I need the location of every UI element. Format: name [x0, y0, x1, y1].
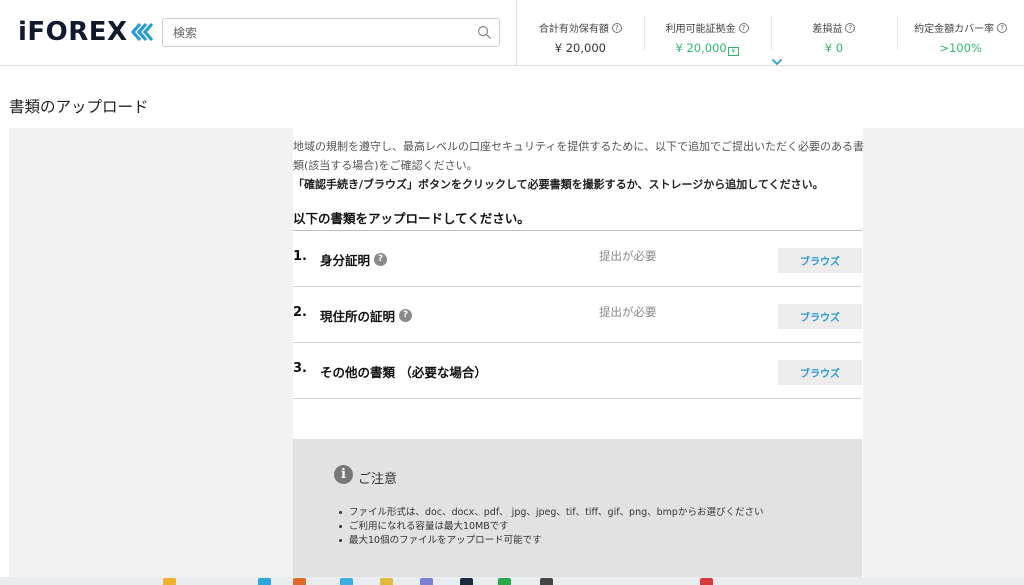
info-icon: i	[334, 465, 353, 484]
top-header: iFOREX 合計有効保有額? ¥ 20,000 利用可能証拠金? ¥ 20,0…	[0, 0, 1024, 66]
cash-icon: ¥	[727, 47, 739, 56]
document-row-other: 3. その他の書類 （必要な場合） ブラウズ	[293, 343, 862, 399]
document-row-identity: 1. 身分証明? 提出が必要 ブラウズ	[293, 231, 862, 287]
app-icon[interactable]	[540, 578, 553, 585]
document-name: その他の書類 （必要な場合）	[320, 365, 487, 380]
notice-box: i ご注意 ファイル形式は、doc、docx、pdf、 jpg、jpeg、tif…	[293, 439, 862, 585]
app-icon[interactable]	[460, 578, 473, 585]
stat-label: 約定金額カバー率	[914, 24, 995, 35]
notice-item: 最大10個のファイルをアップロード可能です	[338, 534, 763, 548]
help-icon[interactable]: ?	[611, 22, 622, 33]
intro-text: 地域の規制を遵守し、最高レベルの口座セキュリティを提供するために、以下で追加でご…	[293, 140, 865, 172]
browse-button[interactable]: ブラウズ	[778, 248, 862, 273]
page-title: 書類のアップロード	[9, 98, 149, 116]
notice-item: ファイル形式は、doc、docx、pdf、 jpg、jpeg、tif、tiff、…	[338, 506, 763, 520]
search-input[interactable]	[163, 19, 463, 46]
notice-list: ファイル形式は、doc、docx、pdf、 jpg、jpeg、tif、tiff、…	[338, 506, 763, 548]
help-icon[interactable]: ?	[997, 22, 1008, 33]
search-icon[interactable]	[477, 25, 492, 40]
account-stats: 合計有効保有額? ¥ 20,000 利用可能証拠金? ¥ 20,000 ¥ 差損益…	[516, 0, 1024, 66]
stat-label: 合計有効保有額	[538, 24, 609, 35]
app-icon[interactable]	[498, 578, 511, 585]
help-icon[interactable]: ?	[399, 309, 413, 322]
document-status: 提出が必要	[599, 249, 657, 263]
document-name: 身分証明	[320, 253, 371, 268]
iforex-logo[interactable]: iFOREX	[18, 17, 154, 47]
chevron-down-icon[interactable]	[771, 58, 783, 66]
help-icon[interactable]: ?	[845, 22, 856, 33]
section-heading: 以下の書類をアップロードしてください。	[293, 211, 530, 226]
app-icon[interactable]	[293, 578, 306, 585]
browse-button[interactable]: ブラウズ	[778, 304, 862, 329]
document-number: 2.	[293, 305, 307, 320]
app-icon[interactable]	[700, 578, 713, 585]
stat-value: ¥ 0	[824, 41, 844, 55]
document-number: 1.	[293, 249, 307, 264]
stat-value: ¥ 20,000	[554, 41, 606, 55]
browse-button[interactable]: ブラウズ	[778, 360, 862, 385]
app-icon[interactable]	[340, 578, 353, 585]
notice-item: ご利用になれる容量は最大10MBです	[338, 520, 763, 534]
stat-value: >100%	[939, 41, 982, 55]
stat-coverage-ratio: 約定金額カバー率? >100%	[897, 0, 1024, 66]
search-box[interactable]	[162, 18, 500, 47]
help-icon[interactable]: ?	[738, 22, 749, 33]
document-row-address: 2. 現住所の証明? 提出が必要 ブラウズ	[293, 287, 862, 343]
stat-total-equity: 合計有効保有額? ¥ 20,000	[517, 0, 644, 66]
stat-label: 差損益	[812, 24, 843, 35]
document-number: 3.	[293, 361, 307, 376]
app-icon[interactable]	[380, 578, 393, 585]
app-icon[interactable]	[420, 578, 433, 585]
document-name: 現住所の証明	[320, 309, 396, 324]
help-icon[interactable]: ?	[374, 253, 388, 266]
document-status: 提出が必要	[599, 305, 657, 319]
instruction-text: 「確認手続き/ブラウズ」ボタンをクリックして必要書類を撮影するか、ストレージから…	[293, 178, 824, 191]
stat-available-margin: 利用可能証拠金? ¥ 20,000 ¥	[643, 0, 771, 66]
logo-text: iFOREX	[18, 17, 128, 47]
os-taskbar	[0, 577, 1024, 585]
stat-label: 利用可能証拠金	[665, 24, 736, 35]
stat-value: ¥ 20,000	[675, 41, 727, 55]
notice-title: ご注意	[358, 472, 398, 487]
edge-icon[interactable]	[258, 578, 271, 585]
logo-chevrons-icon	[130, 22, 154, 42]
folder-icon[interactable]	[163, 578, 176, 585]
stat-profit-loss: 差損益? ¥ 0	[770, 0, 898, 66]
